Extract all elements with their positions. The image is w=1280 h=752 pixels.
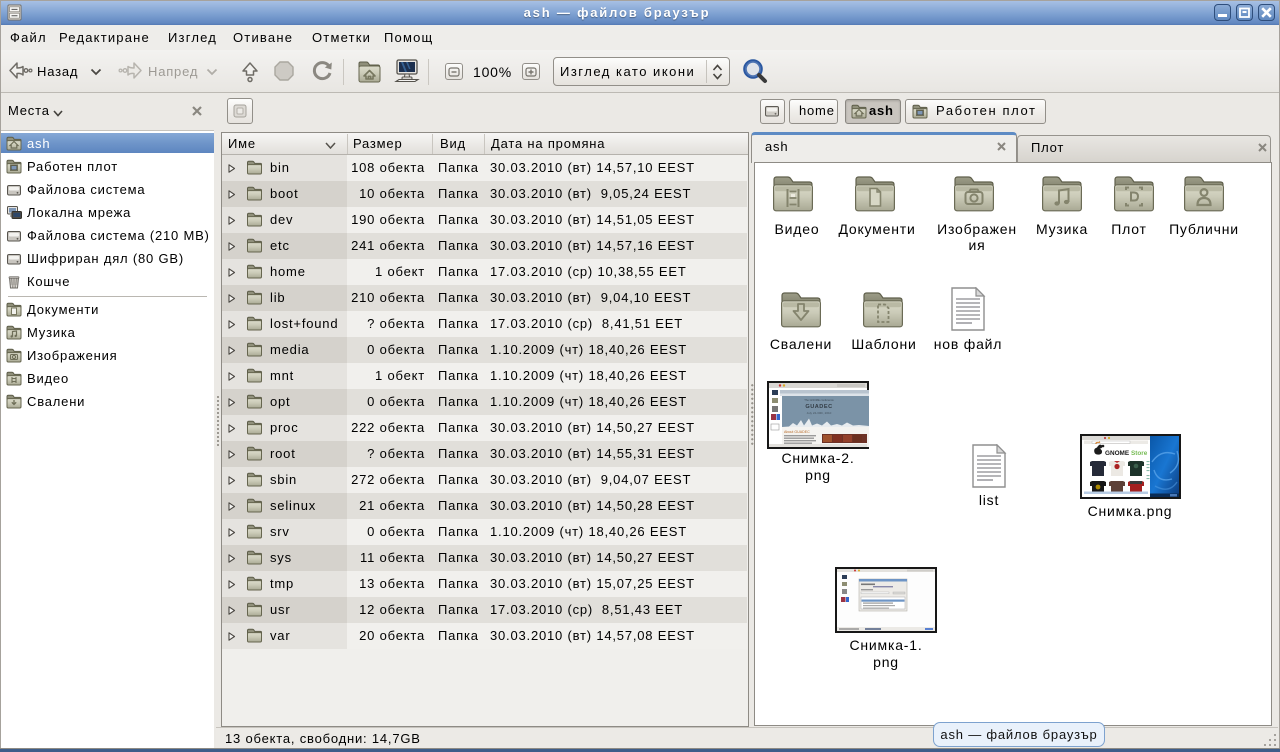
svg-text:GUADEC: GUADEC [805, 404, 832, 410]
svg-text:July 24-30th, 2010: July 24-30th, 2010 [807, 411, 832, 415]
svg-text:GNOME: GNOME [1105, 450, 1130, 457]
svg-text:The GNOME conference: The GNOME conference [804, 398, 834, 402]
svg-text:Store: Store [1131, 450, 1148, 457]
svg-text:About GUADEC: About GUADEC [784, 430, 810, 434]
